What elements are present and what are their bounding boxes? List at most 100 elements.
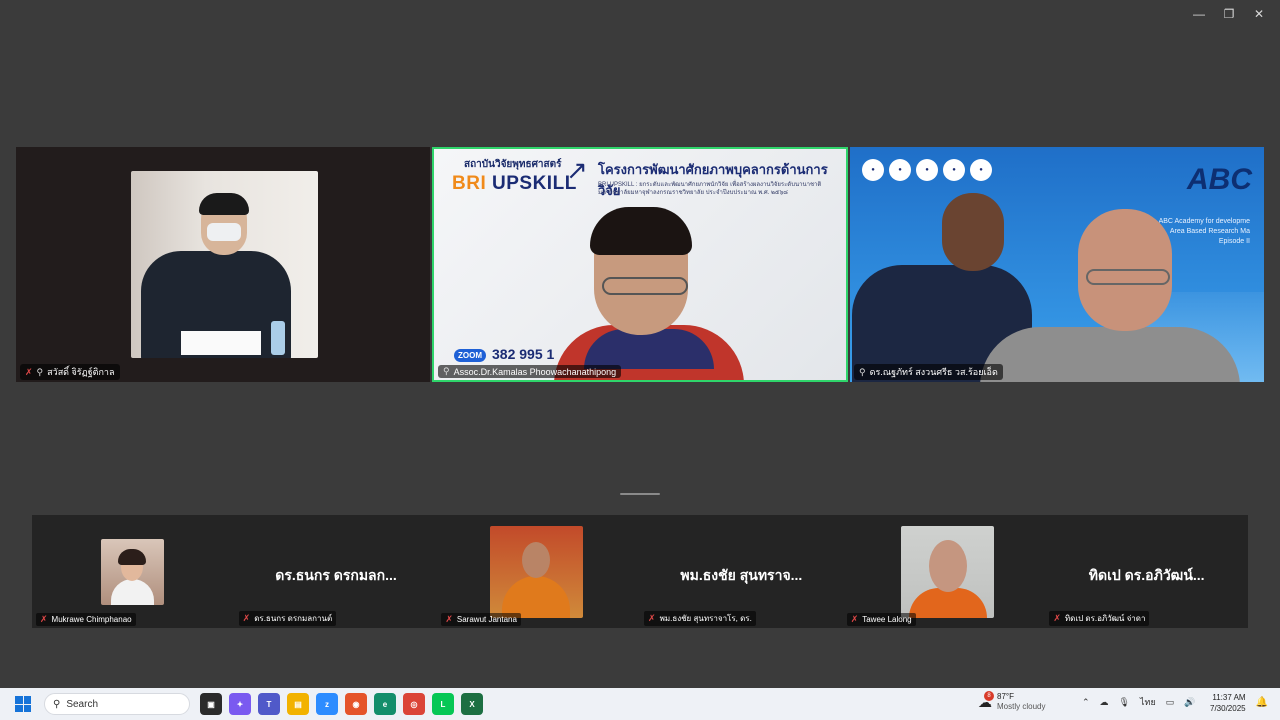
gallery-tile[interactable]: ✗ Tawee Lalong: [843, 515, 1046, 628]
gallery-tile[interactable]: ✗ Mukrawe Chimphanao: [32, 515, 235, 628]
logo-icon: ●: [943, 159, 965, 181]
taskbar-clock[interactable]: 11:37 AM 7/30/2025: [1210, 692, 1246, 714]
participant-name-label: ✗ Mukrawe Chimphanao: [36, 613, 136, 626]
edge-icon[interactable]: e: [374, 693, 396, 715]
weather-desc: Mostly cloudy: [997, 702, 1046, 711]
weather-widget[interactable]: ☁ 8 87°F Mostly cloudy: [978, 691, 1046, 712]
pin-icon: ⚲: [859, 366, 866, 377]
network-icon[interactable]: ▭: [1166, 697, 1175, 708]
taskbar-apps: ▣ ✦ T ▤ z ◉ e ◎ L X: [200, 693, 483, 715]
speaker-strip: ✗ ⚲ สวัสดิ์ จิรัฏฐ์ติกาล สถาบันวิจัยพุทธ…: [16, 147, 1264, 382]
slide-subtitle-2: มหาวิทยาลัยมหาจุฬาลงกรณราชวิทยาลัย ประจำ…: [598, 190, 788, 196]
participant-name-label: ✗ ทิดเป ดร.อภิวัฒน์ จ่าดา: [1049, 611, 1150, 626]
search-placeholder: Search: [66, 698, 99, 710]
logo-icon: ●: [970, 159, 992, 181]
window-controls: — ❐ ✕: [1184, 4, 1274, 24]
mic-muted-icon: ✗: [25, 366, 33, 377]
participant-video: [131, 171, 318, 358]
mic-muted-icon: ✗: [40, 614, 48, 624]
bri-logo: BRI UPSKILL: [452, 173, 577, 195]
pin-icon: ⚲: [443, 366, 450, 376]
pin-icon: ⚲: [36, 366, 44, 377]
notification-bell-icon[interactable]: 🔔: [1256, 697, 1268, 708]
participant-name: ทิดเป ดร.อภิวัฒน์ จ่าดา: [1064, 614, 1146, 623]
participant-name-label: ✗ Tawee Lalong: [846, 613, 916, 626]
cloud-sync-icon[interactable]: ☁: [1100, 697, 1109, 708]
mic-muted-icon: ✗: [242, 613, 251, 623]
search-icon: ⚲: [53, 698, 61, 710]
abc-subtitle: ABC Academy for developme Area Based Res…: [1159, 217, 1250, 247]
participant-display-name: ทิดเป ดร.อภิวัฒน์...: [1088, 567, 1205, 583]
taskbar-search[interactable]: ⚲ Search: [44, 693, 190, 715]
participant-video: [900, 526, 994, 618]
microphone-icon[interactable]: 🎙: [1119, 697, 1130, 708]
trend-arrow-icon: ↗: [566, 155, 588, 185]
mic-muted-icon: ✗: [1053, 613, 1061, 623]
participant-name: Tawee Lalong: [862, 615, 912, 624]
task-view-icon[interactable]: ▣: [200, 693, 222, 715]
participant-name: Mukrawe Chimphanao: [51, 615, 132, 624]
gallery-tile[interactable]: ✗ Sarawut Jantana: [437, 515, 640, 628]
language-indicator[interactable]: ไทย: [1140, 695, 1156, 709]
chevron-up-icon[interactable]: ⌃: [1082, 697, 1090, 708]
teams-icon[interactable]: T: [258, 693, 280, 715]
chrome-icon[interactable]: ◎: [403, 693, 425, 715]
participant-display-name: พม.ธงชัย สุนทราจ...: [680, 567, 803, 583]
volume-icon[interactable]: 🔊: [1184, 697, 1195, 708]
weather-badge: 8: [984, 691, 994, 701]
abc-line-1: ABC Academy for developme: [1158, 218, 1250, 225]
clock-time: 11:37 AM: [1212, 693, 1246, 702]
participant-name: สวัสดิ์ จิรัฏฐ์ติกาล: [47, 367, 115, 377]
system-tray: ⌃ ☁ 🎙 ไทย ▭ 🔊: [1082, 695, 1195, 709]
participant-name: พม.ธงชัย สุนทราจาโร, ดร.: [659, 614, 752, 623]
participant-name-label: ⚲ ดร.ณฐภัทร์ สงวนศรีธ วส.ร้อยเอ็ด: [854, 364, 1003, 380]
participant-name: Sarawut Jantana: [456, 615, 517, 624]
video-tile-3[interactable]: ● ● ● ● ● ABC ABC Academy for developme …: [850, 147, 1264, 382]
windows-logo-icon: [15, 696, 31, 712]
close-button[interactable]: ✕: [1244, 4, 1274, 24]
minimize-button[interactable]: —: [1184, 4, 1214, 24]
gallery-tile[interactable]: ดร.ธนกร ดรกมลก... ✗ ดร.ธนกร ดรกมลกานต์: [235, 515, 438, 628]
mic-muted-icon: ✗: [850, 614, 859, 624]
windows-taskbar: ⚲ Search ▣ ✦ T ▤ z ◉ e ◎ L X ☁ 8 87°F Mo…: [0, 688, 1280, 720]
participant-name: ดร.ณฐภัทร์ สงวนศรีธ วส.ร้อยเอ็ด: [869, 367, 998, 377]
file-explorer-icon[interactable]: ▤: [287, 693, 309, 715]
weather-temp: 87°F: [997, 692, 1014, 701]
abc-logo: ABC: [1187, 163, 1252, 196]
slide-org: สถาบันวิจัยพุทธศาสตร์: [464, 159, 562, 170]
zoom-meeting-id: 382 995 1: [492, 346, 555, 362]
mic-muted-icon: ✗: [445, 614, 453, 624]
copilot-icon[interactable]: ✦: [229, 693, 251, 715]
resize-handle[interactable]: [620, 493, 660, 495]
logo-icon: ●: [916, 159, 938, 181]
video-tile-2-active-speaker[interactable]: สถาบันวิจัยพุทธศาสตร์ BRI UPSKILL ↗ โครง…: [432, 147, 848, 382]
zoom-icon[interactable]: z: [316, 693, 338, 715]
video-tile-1[interactable]: ✗ ⚲ สวัสดิ์ จิรัฏฐ์ติกาล: [16, 147, 430, 382]
clock-date: 7/30/2025: [1210, 704, 1246, 713]
excel-icon[interactable]: X: [461, 693, 483, 715]
logo-icon: ●: [889, 159, 911, 181]
gallery-tile[interactable]: ทิดเป ดร.อภิวัฒน์... ✗ ทิดเป ดร.อภิวัฒน์…: [1045, 515, 1248, 628]
participant-video: [490, 526, 584, 618]
mic-muted-icon: ✗: [648, 613, 656, 623]
participant-name-label: ✗ ⚲ สวัสดิ์ จิรัฏฐ์ติกาล: [20, 364, 120, 380]
participant-name: ดร.ธนกร ดรกมลกานต์: [254, 614, 333, 623]
zoom-badge: ZOOM: [454, 349, 486, 362]
abc-line-3: Episode II: [1218, 238, 1250, 245]
participant-name-label: ✗ พม.ธงชัย สุนทราจาโร, ดร.: [644, 611, 756, 626]
brand-b: UPSKILL: [492, 173, 577, 194]
participant-name-label: ⚲ Assoc.Dr.Kamalas Phoowachanathipong: [438, 365, 622, 378]
partner-logos: ● ● ● ● ●: [862, 159, 992, 181]
gallery-strip: ✗ Mukrawe Chimphanao ดร.ธนกร ดรกมลก... ✗…: [32, 515, 1248, 628]
restore-button[interactable]: ❐: [1214, 4, 1244, 24]
brand-a: BRI: [452, 173, 487, 194]
abc-line-2: Area Based Research Ma: [1169, 228, 1250, 235]
start-button[interactable]: [8, 689, 38, 719]
gallery-tile[interactable]: พม.ธงชัย สุนทราจ... ✗ พม.ธงชัย สุนทราจาโ…: [640, 515, 843, 628]
participant-name-label: ✗ Sarawut Jantana: [441, 613, 521, 626]
firefox-icon[interactable]: ◉: [345, 693, 367, 715]
participant-name-label: ✗ ดร.ธนกร ดรกมลกานต์: [238, 611, 337, 626]
participant-display-name: ดร.ธนกร ดรกมลก...: [275, 567, 397, 583]
line-icon[interactable]: L: [432, 693, 454, 715]
logo-icon: ●: [862, 159, 884, 181]
